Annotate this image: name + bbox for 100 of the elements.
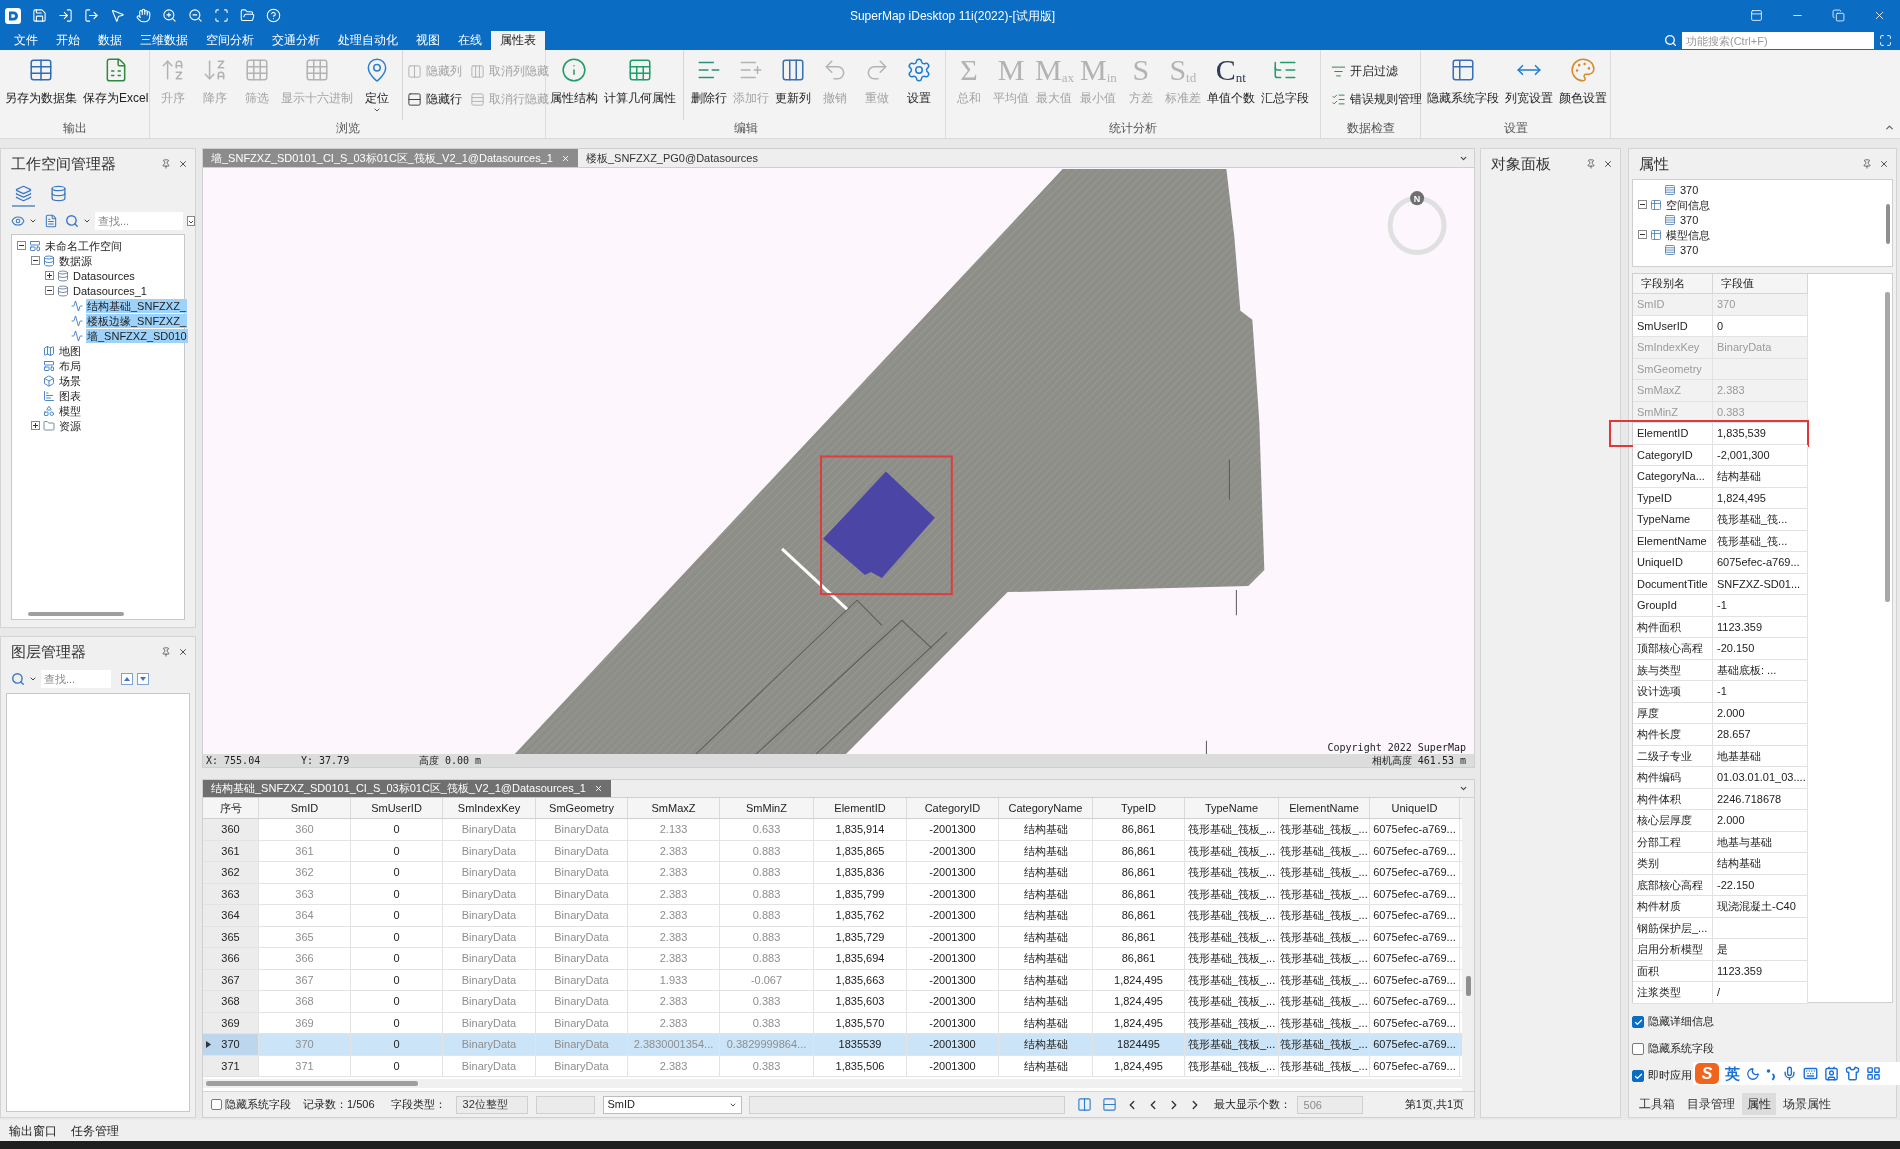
ribbon-button[interactable]: 保存为Excel (80, 50, 152, 120)
input-mode-label[interactable]: 英 (1725, 1063, 1740, 1084)
apps-grid-icon[interactable] (1866, 1066, 1881, 1081)
menu-tab[interactable]: 交通分析 (263, 31, 329, 50)
panel-top-icon[interactable] (1750, 9, 1763, 22)
corner-frame-icon[interactable] (214, 8, 229, 23)
column-header[interactable]: SmGeometry (536, 798, 628, 818)
moon-icon[interactable] (1746, 1066, 1760, 1081)
field-dropdown[interactable]: SmID (602, 1095, 742, 1114)
zoom-in-icon[interactable] (162, 8, 177, 23)
minus-box-icon[interactable] (1637, 230, 1647, 239)
status-tab[interactable]: 输出窗口 (9, 1121, 57, 1140)
search-field[interactable]: 查找... (41, 670, 111, 688)
input-field[interactable] (535, 1095, 595, 1114)
column-header[interactable]: SmIndexKey (443, 798, 536, 818)
contact-card-icon[interactable] (1824, 1066, 1839, 1081)
column-header[interactable]: CategoryName (999, 798, 1093, 818)
shirt-icon[interactable] (1845, 1066, 1860, 1081)
pin-icon[interactable] (161, 647, 171, 657)
compass-ring[interactable] (1387, 195, 1447, 255)
app-logo-icon[interactable] (5, 7, 21, 24)
table-row[interactable]: 367 367 0 BinaryData BinaryData 1.933 -0.067 1,835,663 -2001300 结构基础 1,824,495 筏形基础_筏板_... 筏形基础_筏板_... 6075efec-a769... (203, 969, 1462, 991)
tree-item[interactable]: 370 (1679, 212, 1700, 227)
tree-item[interactable]: 370 (1679, 242, 1700, 257)
ribbon-button[interactable]: 另存为数据集 (2, 50, 80, 120)
search-icon[interactable] (65, 213, 79, 228)
menu-tab[interactable]: 开始 (47, 31, 89, 50)
search-field[interactable]: 查找... (95, 211, 183, 230)
down-arrow-box-icon[interactable] (137, 673, 149, 685)
ribbon-button[interactable]: 隐藏系统字段 (1424, 50, 1502, 120)
panel-tab[interactable]: 场景属性 (1778, 1093, 1836, 1115)
table-row[interactable]: 360 360 0 BinaryData BinaryData 2.133 0.633 1,835,914 -2001300 结构基础 86,861 筏形基础_筏板_... 筏形基础_筏板_... 6075efec-a769... (203, 819, 1462, 841)
close-icon[interactable] (1603, 159, 1613, 169)
pointer-icon[interactable] (110, 8, 125, 23)
plus-box-icon[interactable] (44, 271, 54, 280)
ribbon-button[interactable]: 列宽设置 (1502, 50, 1556, 120)
checkbox[interactable] (1632, 1016, 1644, 1028)
minus-box-icon[interactable] (16, 241, 26, 250)
table-row[interactable]: 371 371 0 BinaryData BinaryData 2.383 0.383 1,835,506 -2001300 结构基础 1,824,495 筏形基础_筏板_... 筏形基础_筏板_... 6075efec-a769... (203, 1055, 1462, 1077)
input-field[interactable] (748, 1095, 1065, 1114)
close-icon[interactable] (1873, 9, 1886, 22)
save-icon[interactable] (32, 8, 47, 23)
table-row[interactable]: 362 362 0 BinaryData BinaryData 2.383 0.883 1,835,836 -2001300 结构基础 86,861 筏形基础_筏板_... 筏形基础_筏板_... 6075efec-a769... (203, 862, 1462, 884)
pin-icon[interactable] (1862, 159, 1872, 169)
tree-item[interactable]: 布局 (58, 358, 82, 373)
tree-item[interactable]: Datasources (72, 268, 136, 283)
column-header[interactable]: SmMinZ (720, 798, 814, 818)
ribbon-button[interactable]: Cnt 单值个数 (1203, 50, 1258, 120)
tree-item[interactable]: 墙_SNFZXZ_SD010 (86, 328, 188, 343)
tree-item[interactable]: 模型 (58, 403, 82, 418)
tree-item[interactable]: 模型信息 (1665, 227, 1711, 242)
tree-item[interactable]: 资源 (58, 418, 82, 433)
tree-item[interactable]: 370 (1679, 182, 1700, 197)
pin-icon[interactable] (161, 159, 171, 169)
split-columns-icon[interactable] (1076, 1097, 1092, 1112)
ribbon-button[interactable]: 计算几何属性 (601, 50, 679, 120)
menu-tab[interactable]: 属性表 (491, 31, 545, 50)
status-tab[interactable]: 任务管理 (71, 1121, 119, 1140)
menu-tab[interactable]: 文件 (5, 31, 47, 50)
menu-tab[interactable]: 三维数据 (131, 31, 197, 50)
punctuation-icon[interactable] (1766, 1066, 1776, 1081)
menu-tab[interactable]: 在线 (449, 31, 491, 50)
ribbon-button[interactable]: 颜色设置 (1556, 50, 1610, 120)
minus-box-icon[interactable] (30, 256, 40, 265)
restore-icon[interactable] (1832, 9, 1845, 22)
menu-tab[interactable]: 视图 (407, 31, 449, 50)
table-row[interactable]: 370 370 0 BinaryData BinaryData 2.3830001354... 0.3829999864... 1835539 -2001300 结构基础 1824495 筏形基础_筏板_... 筏形基础_筏板_... 6075efec-a769... (203, 1034, 1462, 1056)
ribbon-button[interactable]: 更新列 (772, 50, 814, 120)
north-badge[interactable]: N (1410, 191, 1425, 206)
checkbox[interactable] (1632, 1070, 1644, 1082)
tree-item[interactable]: 楼板边缘_SNFZXZ_ (86, 313, 187, 328)
table-row[interactable]: 363 363 0 BinaryData BinaryData 2.383 0.883 1,835,799 -2001300 结构基础 86,861 筏形基础_筏板_... 筏形基础_筏板_... 6075efec-a769... (203, 883, 1462, 905)
table-row[interactable]: 368 368 0 BinaryData BinaryData 2.383 0.383 1,835,603 -2001300 结构基础 1,824,495 筏形基础_筏板_... 筏形基础_筏板_... 6075efec-a769... (203, 991, 1462, 1013)
column-header[interactable]: TypeID (1093, 798, 1185, 818)
ribbon-button[interactable]: 删除行 (688, 50, 730, 120)
close-icon[interactable] (1879, 159, 1889, 169)
column-header[interactable]: SmMaxZ (628, 798, 720, 818)
help-icon[interactable] (266, 8, 281, 23)
eye-icon[interactable] (11, 213, 25, 228)
scrollbar-thumb[interactable] (1465, 976, 1471, 996)
table-row[interactable]: 365 365 0 BinaryData BinaryData 2.383 0.883 1,835,729 -2001300 结构基础 86,861 筏形基础_筏板_... 筏形基础_筏板_... 6075efec-a769... (203, 926, 1462, 948)
scrollbar-thumb[interactable] (1886, 204, 1890, 244)
column-header[interactable]: 字段值 (1713, 274, 1808, 293)
folder-icon[interactable] (240, 8, 255, 23)
fullscreen-icon[interactable] (1879, 34, 1892, 47)
ribbon-button[interactable]: 隐藏行 (407, 87, 462, 111)
column-header[interactable]: 字段别名 (1633, 274, 1713, 293)
menu-tab[interactable]: 空间分析 (197, 31, 263, 50)
plus-box-icon[interactable] (30, 421, 40, 430)
column-header[interactable]: ElementName (1279, 798, 1370, 818)
document-icon[interactable] (44, 213, 58, 228)
dropdown-box-icon[interactable] (187, 215, 195, 226)
tree-item[interactable]: 场景 (58, 373, 82, 388)
tab-list-caret-icon[interactable] (1459, 784, 1468, 793)
keyboard-icon[interactable] (1803, 1066, 1818, 1081)
column-header[interactable]: TypeName (1185, 798, 1279, 818)
document-tab[interactable]: 结构基础_SNFZXZ_SD0101_CI_S_03标01C区_筏板_V2_1@Datasources_1 (203, 780, 611, 797)
minus-box-icon[interactable] (44, 286, 54, 295)
hand-icon[interactable] (136, 8, 151, 23)
column-header[interactable]: 序号 (203, 798, 259, 818)
